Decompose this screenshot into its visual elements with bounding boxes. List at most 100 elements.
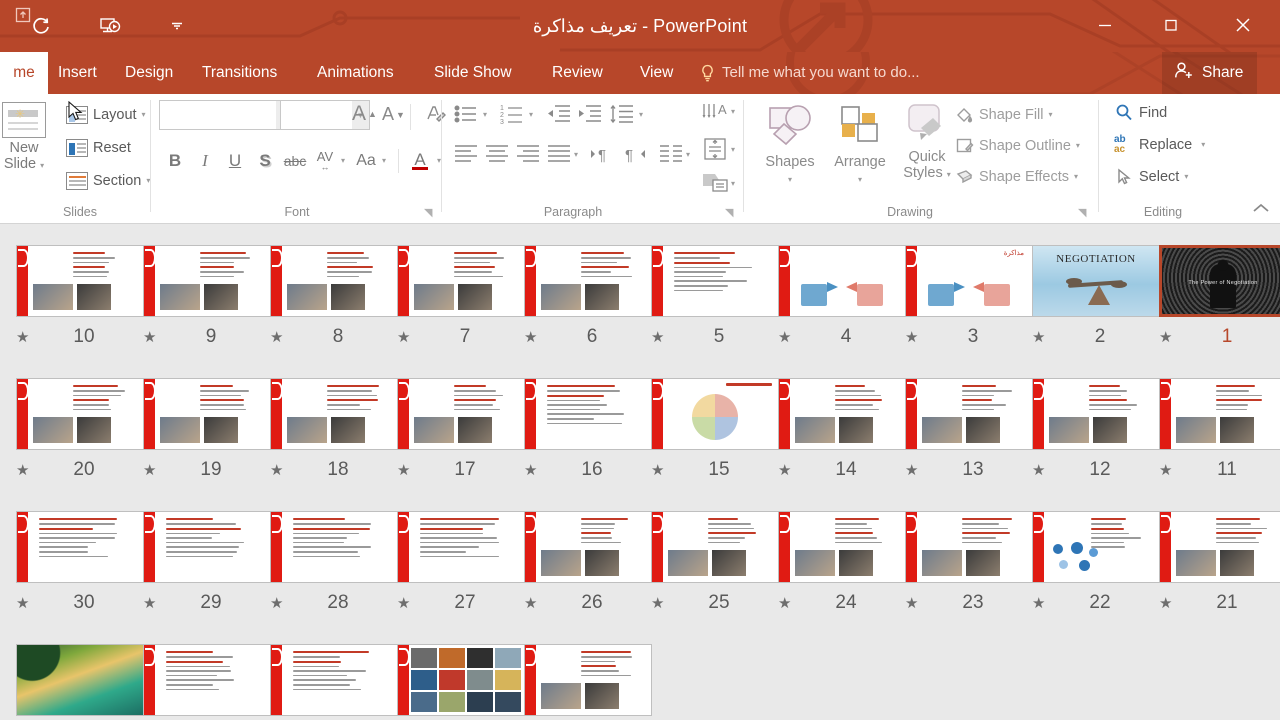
- slide-sorter-view[interactable]: ★ 10 ★ 9 ★ 8 ★ 7 ★ 6 ★ 5 ★ 4 مذاكرة ★ 3 NEGOTIATION ★ 2 The …: [0, 225, 1280, 720]
- slide-thumbnail-9[interactable]: ★ 9: [143, 245, 271, 348]
- slide-animation-star-icon[interactable]: ★: [905, 594, 929, 612]
- redo-icon[interactable]: [26, 12, 56, 40]
- slide-animation-star-icon[interactable]: ★: [524, 594, 548, 612]
- font-name-combo[interactable]: ▼: [159, 100, 294, 130]
- tell-me-search[interactable]: Tell me what you want to do...: [700, 52, 920, 94]
- quick-styles-button[interactable]: Quick Styles ▾: [895, 102, 959, 182]
- tab-view[interactable]: View: [630, 52, 683, 94]
- slide-thumbnail-24[interactable]: ★ 24: [778, 511, 906, 614]
- font-size-input[interactable]: [281, 101, 349, 127]
- slide-animation-star-icon[interactable]: ★: [905, 461, 929, 479]
- slide-preview[interactable]: [778, 511, 906, 583]
- rtl-text-direction-button[interactable]: ¶: [623, 142, 649, 166]
- slide-thumbnail-6[interactable]: ★ 6: [524, 245, 652, 348]
- columns-button[interactable]: [658, 142, 684, 166]
- slide-animation-star-icon[interactable]: ★: [778, 461, 802, 479]
- character-spacing-button[interactable]: AV ↔: [310, 146, 340, 176]
- slide-animation-star-icon[interactable]: ★: [1032, 594, 1056, 612]
- slide-preview[interactable]: مذاكرة: [905, 245, 1033, 317]
- maximize-icon[interactable]: [1148, 8, 1194, 42]
- align-right-button[interactable]: [515, 142, 541, 166]
- align-left-button[interactable]: [453, 142, 479, 166]
- slide-preview[interactable]: [270, 378, 398, 450]
- change-case-button[interactable]: Aa: [351, 146, 381, 176]
- ltr-text-direction-button[interactable]: ¶: [589, 142, 615, 166]
- slide-preview[interactable]: [1032, 511, 1160, 583]
- tab-transitions[interactable]: Transitions: [192, 52, 287, 94]
- slide-preview[interactable]: [651, 245, 779, 317]
- slide-animation-star-icon[interactable]: ★: [16, 328, 40, 346]
- chevron-down-icon[interactable]: ▾: [686, 151, 690, 159]
- chevron-down-icon[interactable]: ▾: [639, 111, 643, 119]
- slide-thumbnail-16[interactable]: ★ 16: [524, 378, 652, 481]
- slide-preview[interactable]: The Power of Negotiation: [1159, 245, 1280, 317]
- text-direction-button[interactable]: A: [701, 100, 733, 126]
- slide-thumbnail-30[interactable]: ★ 30: [16, 511, 144, 614]
- shapes-button[interactable]: Shapes ▾: [757, 102, 823, 186]
- arrange-button[interactable]: Arrange ▾: [825, 102, 895, 186]
- slide-thumbnail-8[interactable]: ★ 8: [270, 245, 398, 348]
- chevron-down-icon[interactable]: ▾: [341, 157, 345, 165]
- slide-thumbnail-2[interactable]: NEGOTIATION ★ 2: [1032, 245, 1160, 348]
- slide-thumbnail-1[interactable]: The Power of Negotiation ★ 1: [1159, 245, 1280, 348]
- slide-preview[interactable]: [397, 644, 525, 716]
- slide-animation-star-icon[interactable]: ★: [397, 328, 421, 346]
- chevron-down-icon[interactable]: ▾: [483, 111, 487, 119]
- slide-preview[interactable]: [778, 245, 906, 317]
- reset-button[interactable]: Reset: [66, 139, 131, 157]
- slide-animation-star-icon[interactable]: ★: [1032, 328, 1056, 346]
- slide-preview[interactable]: [651, 378, 779, 450]
- strikethrough-button[interactable]: abc: [280, 146, 310, 176]
- slide-animation-star-icon[interactable]: ★: [16, 594, 40, 612]
- find-button[interactable]: Find: [1114, 103, 1167, 123]
- slide-thumbnail-31[interactable]: ★31: [524, 644, 652, 720]
- slide-preview[interactable]: NEGOTIATION: [1032, 245, 1160, 317]
- slide-preview[interactable]: [524, 378, 652, 450]
- slide-preview[interactable]: [1159, 511, 1280, 583]
- slide-preview[interactable]: [270, 644, 398, 716]
- slide-preview[interactable]: [16, 644, 144, 716]
- slide-preview[interactable]: [1159, 378, 1280, 450]
- slide-animation-star-icon[interactable]: ★: [1159, 594, 1183, 612]
- justify-button[interactable]: [546, 142, 572, 166]
- slide-thumbnail-23[interactable]: ★ 23: [905, 511, 1033, 614]
- bold-button[interactable]: B: [160, 146, 190, 176]
- slide-preview[interactable]: [397, 245, 525, 317]
- slide-animation-star-icon[interactable]: ★: [651, 328, 675, 346]
- start-slideshow-icon[interactable]: [95, 12, 125, 40]
- font-color-button[interactable]: A: [405, 146, 435, 176]
- slide-thumbnail-28[interactable]: ★ 28: [270, 511, 398, 614]
- slide-thumbnail-29[interactable]: ★ 29: [143, 511, 271, 614]
- align-center-button[interactable]: [484, 142, 510, 166]
- slide-thumbnail-15[interactable]: ★ 15: [651, 378, 779, 481]
- slide-thumbnail-7[interactable]: ★ 7: [397, 245, 525, 348]
- slide-animation-star-icon[interactable]: ★: [16, 461, 40, 479]
- bullets-button[interactable]: [453, 102, 479, 126]
- chevron-down-icon[interactable]: ▾: [731, 180, 735, 188]
- slide-animation-star-icon[interactable]: ★: [270, 594, 294, 612]
- section-button[interactable]: Section ▾: [66, 172, 150, 190]
- slide-thumbnail-4[interactable]: ★ 4: [778, 245, 906, 348]
- slide-animation-star-icon[interactable]: ★: [270, 461, 294, 479]
- slide-animation-star-icon[interactable]: ★: [651, 594, 675, 612]
- slide-thumbnail-17[interactable]: ★ 17: [397, 378, 525, 481]
- slide-preview[interactable]: [905, 511, 1033, 583]
- slide-preview[interactable]: [1032, 378, 1160, 450]
- slide-thumbnail-32[interactable]: ★32: [397, 644, 525, 720]
- slide-thumbnail-19[interactable]: ★ 19: [143, 378, 271, 481]
- slide-preview[interactable]: [16, 511, 144, 583]
- slide-animation-star-icon[interactable]: ★: [1032, 461, 1056, 479]
- line-spacing-button[interactable]: [609, 102, 635, 126]
- chevron-down-icon[interactable]: ▾: [731, 108, 735, 116]
- slide-animation-star-icon[interactable]: ★: [143, 461, 167, 479]
- slide-animation-star-icon[interactable]: ★: [905, 328, 929, 346]
- slide-thumbnail-27[interactable]: ★ 27: [397, 511, 525, 614]
- select-button[interactable]: Select ▾: [1114, 167, 1188, 187]
- slide-thumbnail-34[interactable]: ★34: [143, 644, 271, 720]
- slide-animation-star-icon[interactable]: ★: [270, 328, 294, 346]
- chevron-down-icon[interactable]: ▾: [382, 157, 386, 165]
- slide-preview[interactable]: [143, 245, 271, 317]
- slide-preview[interactable]: [16, 378, 144, 450]
- decrease-font-size-button[interactable]: A ▼: [382, 104, 405, 125]
- slide-thumbnail-25[interactable]: ★ 25: [651, 511, 779, 614]
